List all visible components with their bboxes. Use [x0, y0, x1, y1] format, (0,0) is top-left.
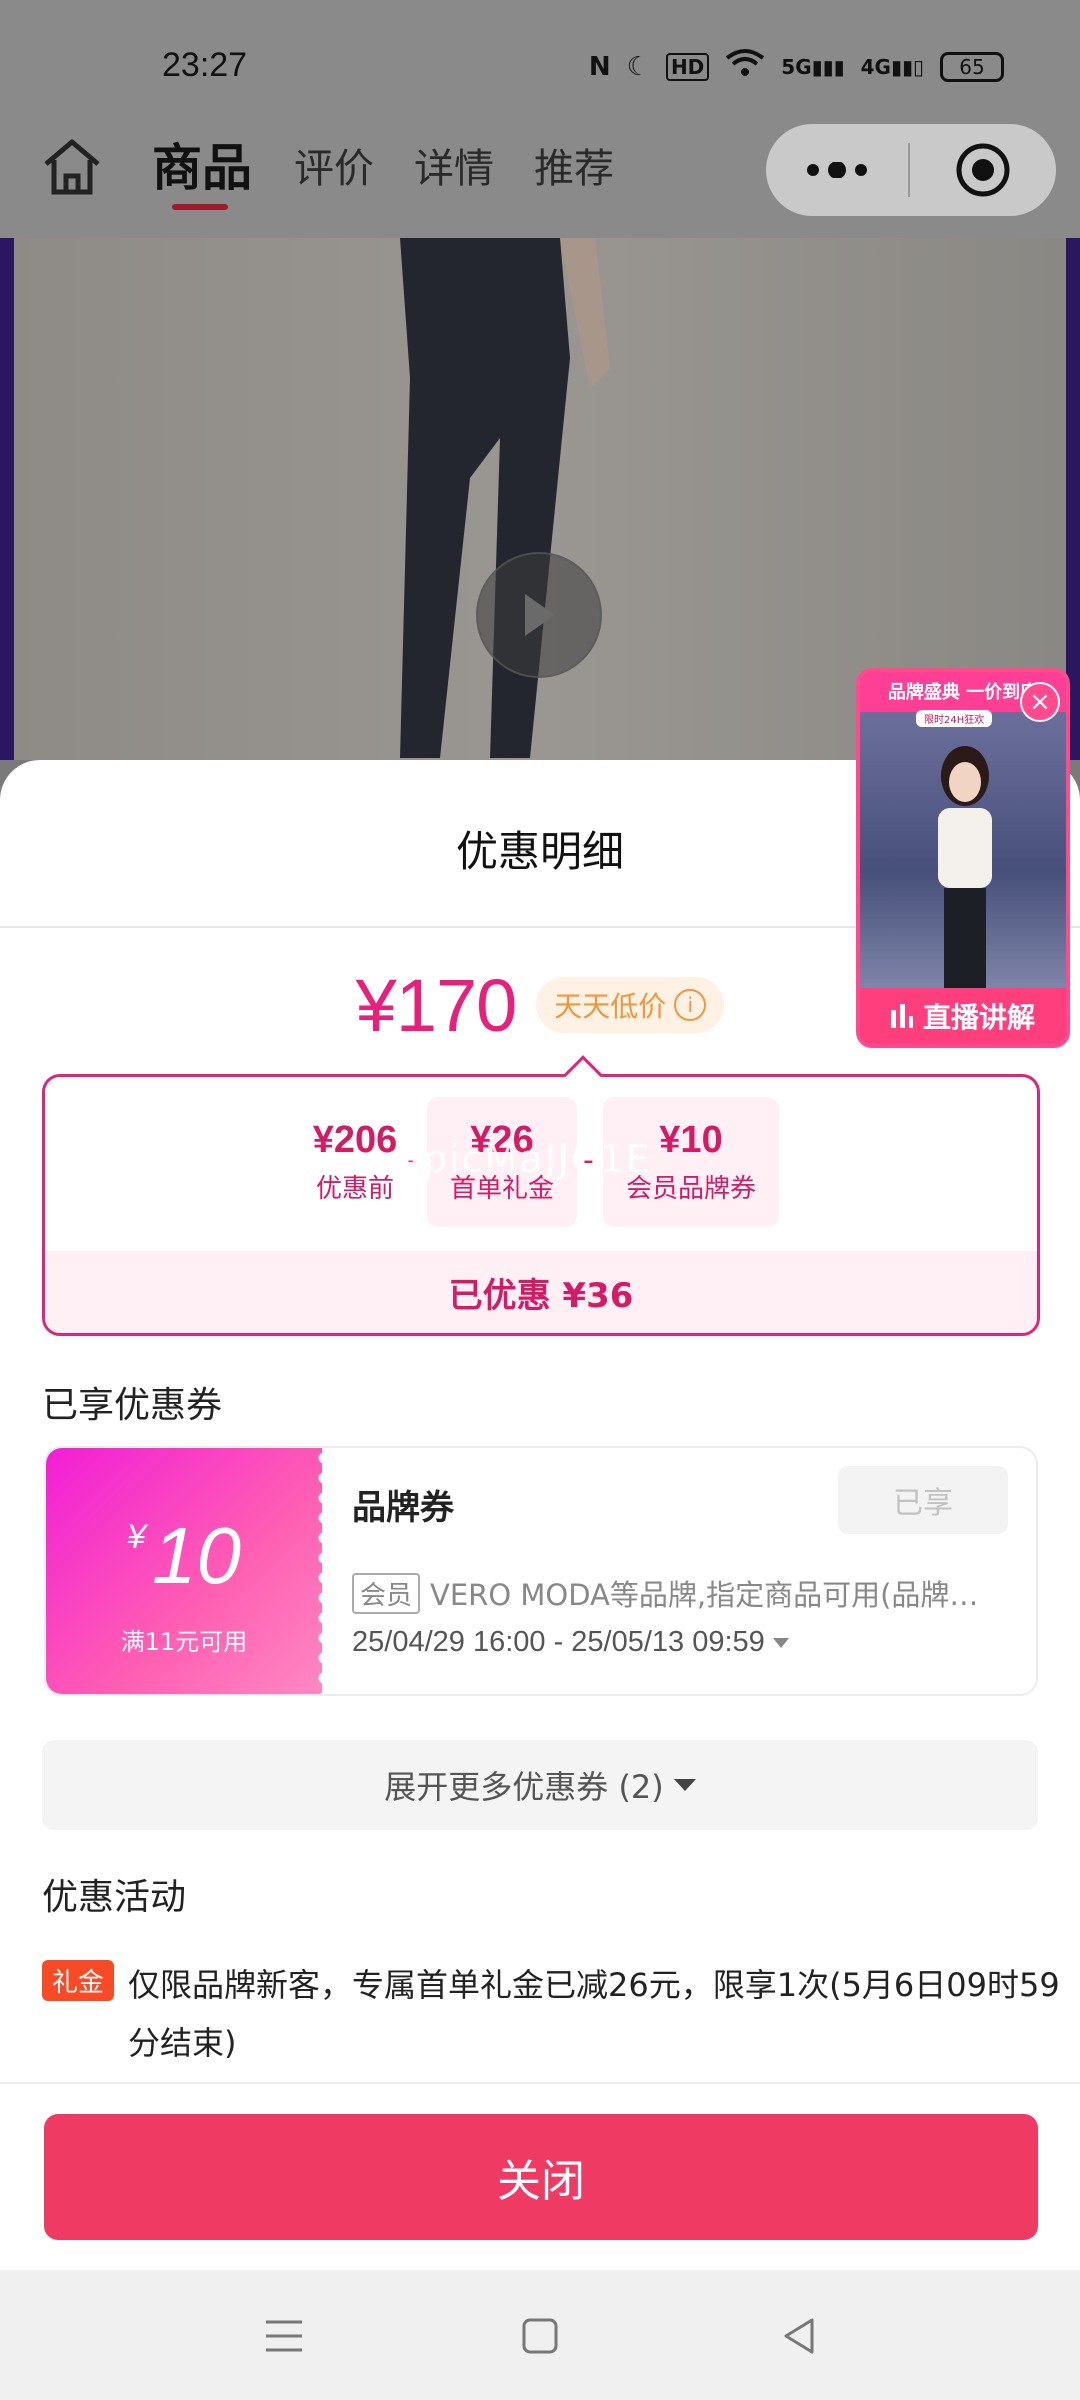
tab-active-indicator: [172, 204, 228, 210]
home-square-icon[interactable]: [518, 2314, 562, 2358]
video-play-button[interactable]: [476, 552, 602, 678]
battery-indicator: 65: [940, 51, 1004, 82]
audio-bars-icon: [890, 1004, 913, 1028]
live-banner-sub: 限时24H狂欢: [916, 710, 993, 727]
coupon-name: 品牌券: [352, 1488, 454, 1528]
play-icon: [525, 594, 555, 636]
wifi-icon: [725, 48, 765, 85]
close-button[interactable]: 关闭: [44, 2114, 1038, 2240]
tab-details[interactable]: 详情: [414, 136, 494, 194]
chevron-down-icon: [673, 1779, 696, 1791]
product-page-background: 23:27 N ☾ HD 5G▮▮▮ 4G▮▮▯ 65 商品 评价 详情 推荐: [0, 0, 1080, 760]
product-nav-bar: 商品 评价 详情 推荐: [0, 118, 1080, 238]
coupon-status-button[interactable]: 已享: [838, 1466, 1008, 1534]
coupon-amount-panel: ¥10 满11元可用: [46, 1448, 324, 1694]
more-dots-icon: [807, 162, 867, 178]
live-host-image: [938, 746, 992, 998]
expand-more-coupons-button[interactable]: 展开更多优惠券 (2): [42, 1740, 1038, 1830]
close-icon: ×: [1029, 687, 1051, 717]
more-menu-button[interactable]: [766, 162, 908, 178]
gift-tag: 礼金: [42, 1960, 115, 2001]
miniapp-capsule: [766, 124, 1056, 216]
coupon-condition: 满11元可用: [120, 1628, 248, 1656]
close-miniapp-button[interactable]: [910, 142, 1056, 198]
coupon-validity[interactable]: 25/04/29 16:00 - 25/05/13 09:59: [352, 1626, 789, 1659]
tab-reviews[interactable]: 评价: [294, 136, 374, 194]
back-icon[interactable]: [778, 2314, 822, 2358]
moon-icon: ☾: [626, 51, 650, 82]
info-icon: i: [674, 989, 707, 1021]
live-stream-float[interactable]: 品牌盛典 一价到底 限时24H狂欢 × 直播讲解: [856, 668, 1070, 1048]
chevron-down-icon: [772, 1637, 789, 1648]
member-tag: 会员: [352, 1572, 421, 1614]
live-explain-button[interactable]: 直播讲解: [860, 988, 1066, 1044]
brand-coupon-card[interactable]: ¥10 满11元可用 品牌券 已享 会员 VERO MODA等品牌,指定商品可用…: [44, 1446, 1038, 1696]
total-saved: 已优惠 ¥36: [45, 1251, 1037, 1333]
live-close-button[interactable]: ×: [1020, 682, 1060, 722]
5g-signal-icon: 5G▮▮▮: [781, 54, 845, 79]
hd-icon: HD: [665, 52, 710, 81]
home-icon[interactable]: [40, 134, 104, 198]
coupons-section-title: 已享优惠券: [42, 1385, 223, 1426]
nfc-icon: N: [588, 51, 611, 82]
system-navigation-bar: [0, 2270, 1080, 2400]
final-price: ¥170: [355, 963, 518, 1047]
status-bar: 23:27 N ☾ HD 5G▮▮▮ 4G▮▮▯ 65: [0, 0, 1080, 130]
coupon-amount: 10: [151, 1511, 241, 1600]
daily-low-price-tag[interactable]: 天天低价 i: [536, 977, 725, 1033]
coupon-description: 会员 VERO MODA等品牌,指定商品可用(品牌…: [352, 1572, 1012, 1614]
product-image-jeans: [400, 238, 610, 758]
status-time: 23:27: [162, 46, 248, 84]
activity-text: 仅限品牌新客，专属首单礼金已减26元，限享1次(5月6日09时59分结束): [128, 1966, 1060, 2062]
watermark: ApicMaJJC1E: [395, 1137, 652, 1181]
menu-icon[interactable]: [262, 2314, 306, 2358]
activities-section-title: 优惠活动: [42, 1877, 187, 1918]
4g-signal-icon: 4G▮▮▯: [860, 54, 924, 79]
target-icon: [956, 143, 1010, 197]
tab-products[interactable]: 商品: [152, 128, 252, 200]
price-calculation-box: ¥206 优惠前 - ¥26 首单礼金 - ¥10 会员品牌券 ApicMaJJ…: [42, 1055, 1040, 1336]
tab-recommend[interactable]: 推荐: [534, 136, 614, 194]
